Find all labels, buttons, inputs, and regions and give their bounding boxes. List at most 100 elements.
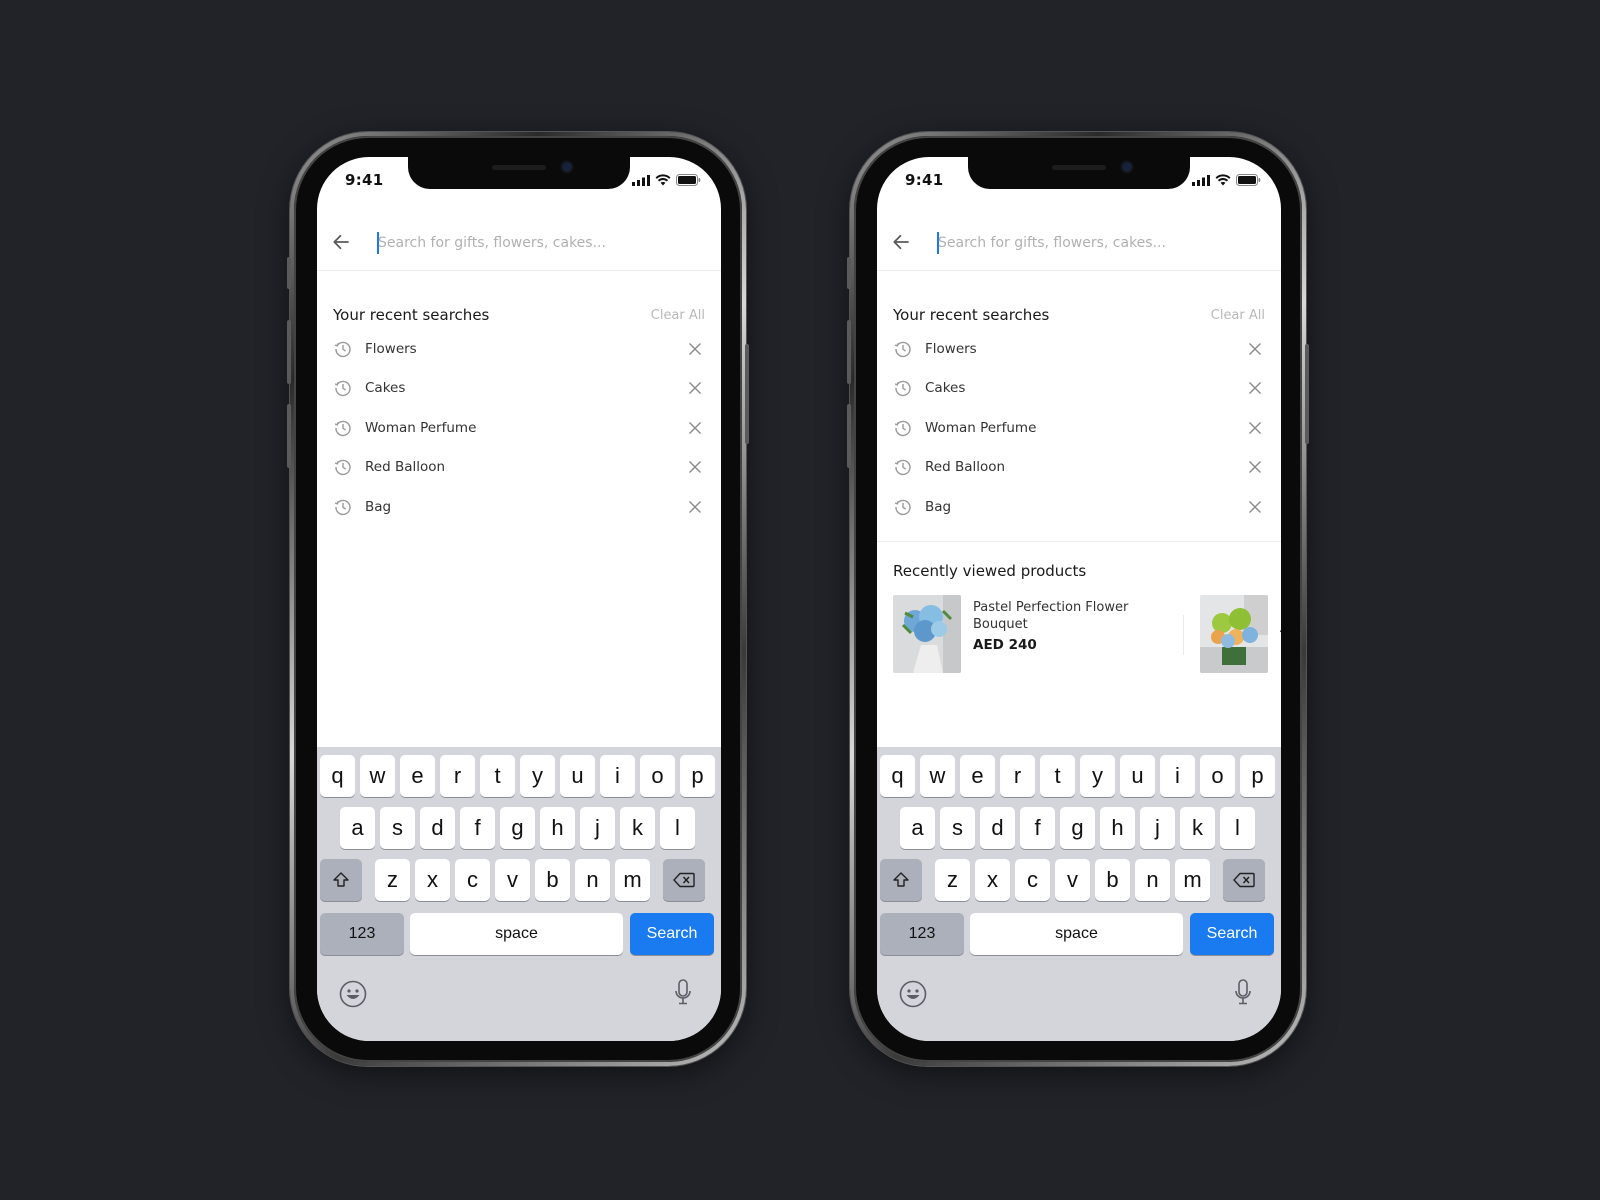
recent-search-item[interactable]: Flowers: [333, 329, 705, 369]
remove-icon[interactable]: [687, 380, 703, 396]
key-l[interactable]: l: [660, 807, 695, 849]
key-r[interactable]: r: [1000, 755, 1035, 797]
remove-icon[interactable]: [687, 341, 703, 357]
key-s[interactable]: s: [380, 807, 415, 849]
key-b[interactable]: b: [1095, 859, 1130, 901]
microphone-icon[interactable]: [673, 978, 693, 1008]
key-a[interactable]: a: [340, 807, 375, 849]
key-x[interactable]: x: [975, 859, 1010, 901]
space-key[interactable]: space: [970, 913, 1183, 955]
recent-search-item[interactable]: Cakes: [333, 369, 705, 409]
shift-key[interactable]: [320, 859, 362, 901]
key-l[interactable]: l: [1220, 807, 1255, 849]
key-c[interactable]: c: [455, 859, 490, 901]
key-y[interactable]: y: [1080, 755, 1115, 797]
key-s[interactable]: s: [940, 807, 975, 849]
key-g[interactable]: g: [1060, 807, 1095, 849]
search-input[interactable]: [938, 228, 1258, 258]
emoji-icon[interactable]: [339, 980, 367, 1008]
recent-search-item[interactable]: Flowers: [893, 329, 1265, 369]
key-q[interactable]: q: [880, 755, 915, 797]
product-card[interactable]: Pe... Bo... AE...: [1200, 595, 1281, 673]
key-o[interactable]: o: [1200, 755, 1235, 797]
recent-search-item[interactable]: Red Balloon: [333, 448, 705, 488]
key-e[interactable]: e: [960, 755, 995, 797]
key-d[interactable]: d: [420, 807, 455, 849]
key-h[interactable]: h: [1100, 807, 1135, 849]
key-i[interactable]: i: [1160, 755, 1195, 797]
key-m[interactable]: m: [615, 859, 650, 901]
status-time: 9:41: [345, 171, 384, 189]
key-n[interactable]: n: [575, 859, 610, 901]
remove-icon[interactable]: [1247, 380, 1263, 396]
key-p[interactable]: p: [680, 755, 715, 797]
key-p[interactable]: p: [1240, 755, 1275, 797]
recent-search-item[interactable]: Cakes: [893, 369, 1265, 409]
remove-icon[interactable]: [687, 459, 703, 475]
key-a[interactable]: a: [900, 807, 935, 849]
product-card[interactable]: Pastel Perfection Flower Bouquet AED 240: [893, 595, 1183, 673]
key-b[interactable]: b: [535, 859, 570, 901]
back-arrow-icon[interactable]: [891, 232, 911, 252]
key-u[interactable]: u: [560, 755, 595, 797]
key-q[interactable]: q: [320, 755, 355, 797]
remove-icon[interactable]: [687, 420, 703, 436]
clear-all-button[interactable]: Clear All: [651, 308, 705, 323]
remove-icon[interactable]: [1247, 420, 1263, 436]
shift-key[interactable]: [880, 859, 922, 901]
key-w[interactable]: w: [920, 755, 955, 797]
search-key[interactable]: Search: [630, 913, 714, 955]
search-bar: [317, 214, 721, 271]
delete-key[interactable]: [1223, 859, 1265, 901]
key-x[interactable]: x: [415, 859, 450, 901]
key-f[interactable]: f: [460, 807, 495, 849]
product-info: Pe... Bo... AE...: [1280, 595, 1281, 673]
recent-search-item[interactable]: Bag: [893, 487, 1265, 527]
key-t[interactable]: t: [1040, 755, 1075, 797]
key-g[interactable]: g: [500, 807, 535, 849]
key-d[interactable]: d: [980, 807, 1015, 849]
search-key[interactable]: Search: [1190, 913, 1274, 955]
microphone-icon[interactable]: [1233, 978, 1253, 1008]
remove-icon[interactable]: [1247, 341, 1263, 357]
remove-icon[interactable]: [1247, 499, 1263, 515]
key-j[interactable]: j: [580, 807, 615, 849]
remove-icon[interactable]: [687, 499, 703, 515]
key-k[interactable]: k: [620, 807, 655, 849]
delete-key[interactable]: [663, 859, 705, 901]
key-u[interactable]: u: [1120, 755, 1155, 797]
key-r[interactable]: r: [440, 755, 475, 797]
recent-search-item[interactable]: Woman Perfume: [893, 408, 1265, 448]
recent-search-item[interactable]: Bag: [333, 487, 705, 527]
key-c[interactable]: c: [1015, 859, 1050, 901]
key-k[interactable]: k: [1180, 807, 1215, 849]
numbers-key[interactable]: 123: [880, 913, 964, 955]
key-n[interactable]: n: [1135, 859, 1170, 901]
product-image: [893, 595, 961, 673]
recently-viewed-carousel[interactable]: Pastel Perfection Flower Bouquet AED 240: [893, 595, 1281, 673]
key-v[interactable]: v: [1055, 859, 1090, 901]
recent-search-item[interactable]: Woman Perfume: [333, 408, 705, 448]
key-z[interactable]: z: [935, 859, 970, 901]
emoji-icon[interactable]: [899, 980, 927, 1008]
key-w[interactable]: w: [360, 755, 395, 797]
key-j[interactable]: j: [1140, 807, 1175, 849]
back-arrow-icon[interactable]: [331, 232, 351, 252]
key-i[interactable]: i: [600, 755, 635, 797]
key-h[interactable]: h: [540, 807, 575, 849]
key-z[interactable]: z: [375, 859, 410, 901]
key-e[interactable]: e: [400, 755, 435, 797]
space-key[interactable]: space: [410, 913, 623, 955]
key-t[interactable]: t: [480, 755, 515, 797]
numbers-key[interactable]: 123: [320, 913, 404, 955]
key-v[interactable]: v: [495, 859, 530, 901]
remove-icon[interactable]: [1247, 459, 1263, 475]
clear-all-button[interactable]: Clear All: [1211, 308, 1265, 323]
key-m[interactable]: m: [1175, 859, 1210, 901]
recent-search-label: Cakes: [925, 380, 966, 397]
search-input[interactable]: [378, 228, 698, 258]
key-y[interactable]: y: [520, 755, 555, 797]
recent-search-item[interactable]: Red Balloon: [893, 448, 1265, 488]
key-o[interactable]: o: [640, 755, 675, 797]
key-f[interactable]: f: [1020, 807, 1055, 849]
